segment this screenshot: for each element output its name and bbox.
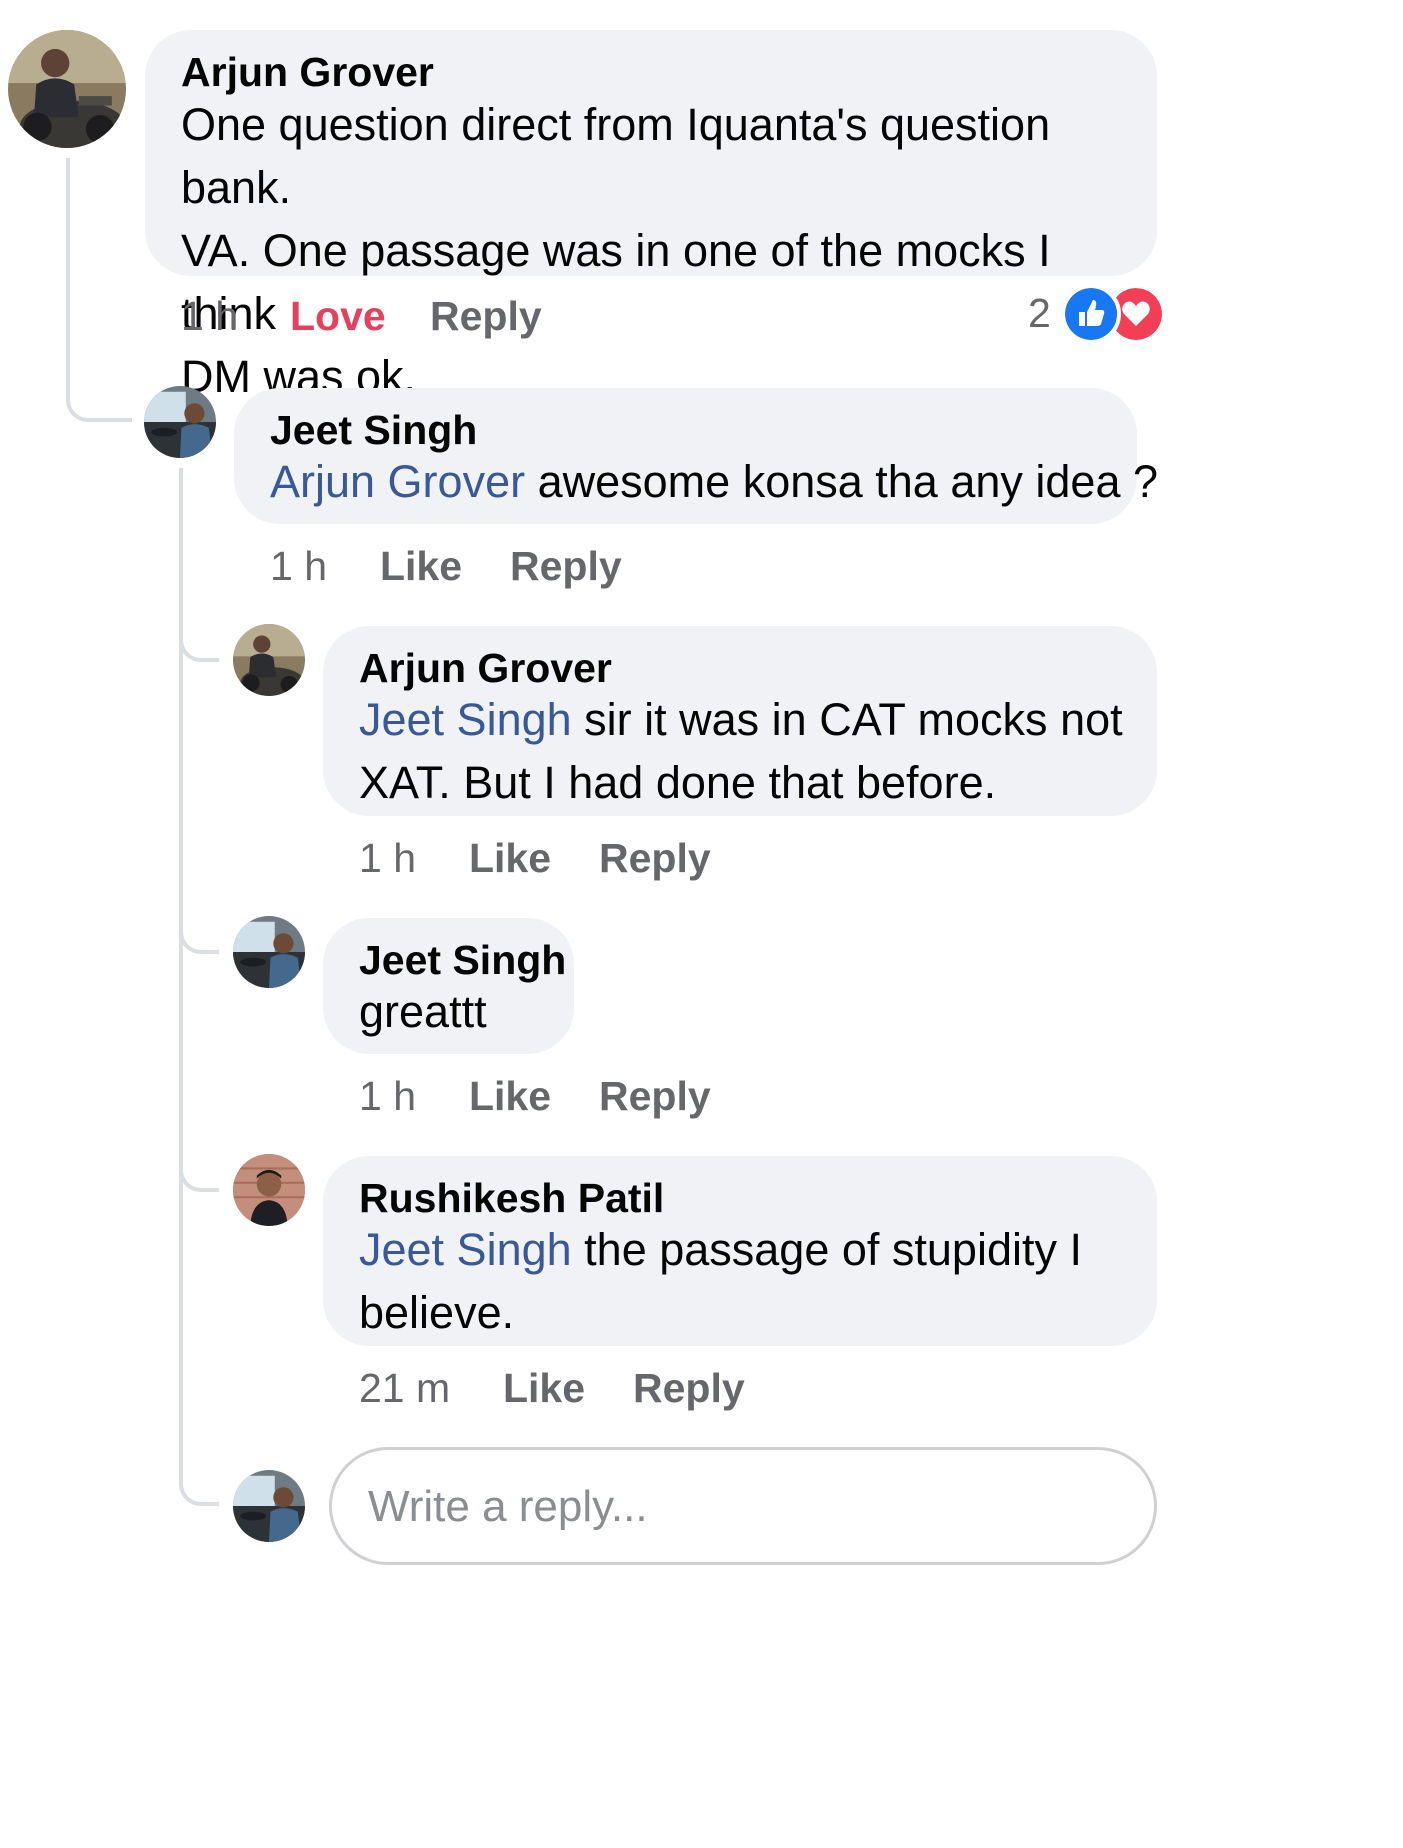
comment-author-root[interactable]: Arjun Grover — [181, 48, 434, 96]
avatar-jeet-singh[interactable] — [144, 386, 216, 458]
comment-time-root[interactable]: 1 h — [181, 292, 238, 340]
comment-text-root: One question direct from Iquanta's quest… — [181, 93, 1141, 408]
avatar-photo-icon — [233, 1154, 305, 1226]
reply-button-reply-1[interactable]: Reply — [510, 542, 622, 590]
like-icon[interactable] — [1061, 284, 1121, 344]
reaction-count[interactable]: 2 — [1028, 289, 1051, 337]
comment-text-line: sir it was in CAT mocks not — [571, 694, 1123, 745]
avatar-photo-icon — [233, 1470, 305, 1542]
comment-text-line: greattt — [359, 986, 487, 1037]
comment-text-reply-3: greattt — [359, 980, 487, 1043]
love-reaction-button[interactable]: Love — [290, 292, 386, 340]
avatar-arjun-grover[interactable] — [8, 30, 126, 148]
reply-input-container[interactable] — [329, 1447, 1157, 1565]
comment-author-reply-4[interactable]: Rushikesh Patil — [359, 1174, 664, 1222]
thread-line-root — [66, 158, 70, 388]
like-button-reply-1[interactable]: Like — [380, 542, 462, 590]
avatar-current-user[interactable] — [233, 1470, 305, 1542]
thread-curve-reply-1 — [66, 370, 132, 422]
reply-button-reply-2[interactable]: Reply — [599, 834, 711, 882]
reply-button-root[interactable]: Reply — [430, 292, 542, 340]
thread-curve-reply-4 — [179, 1150, 219, 1192]
thread-curve-reply-2 — [179, 620, 219, 662]
comment-author-reply-2[interactable]: Arjun Grover — [359, 644, 612, 692]
mention-link[interactable]: Arjun Grover — [270, 456, 525, 507]
comment-time-reply-1[interactable]: 1 h — [270, 542, 327, 590]
avatar-rushikesh-patil[interactable] — [233, 1154, 305, 1226]
avatar-photo-icon — [233, 916, 305, 988]
comment-text-line: One question direct from Iquanta's quest… — [181, 99, 1051, 213]
avatar-arjun-grover[interactable] — [233, 624, 305, 696]
mention-link[interactable]: Jeet Singh — [359, 1224, 572, 1275]
reply-button-reply-4[interactable]: Reply — [633, 1364, 745, 1412]
comment-time-reply-4[interactable]: 21 m — [359, 1364, 450, 1412]
avatar-photo-icon — [8, 30, 126, 148]
comment-text-line: the passage of stupidity I — [571, 1224, 1082, 1275]
avatar-jeet-singh[interactable] — [233, 916, 305, 988]
avatar-photo-icon — [144, 386, 216, 458]
thread-curve-reply-box — [179, 1460, 219, 1506]
comment-text-line: XAT. But I had done that before. — [359, 757, 997, 808]
comment-text-line: believe. — [359, 1287, 515, 1338]
avatar-photo-icon — [233, 624, 305, 696]
comment-time-reply-3[interactable]: 1 h — [359, 1072, 416, 1120]
comment-text-reply-4: Jeet Singh the passage of stupidity I be… — [359, 1218, 1149, 1344]
comment-author-reply-1[interactable]: Jeet Singh — [270, 406, 477, 454]
comment-text-line: awesome konsa tha any idea ? — [525, 456, 1158, 507]
comment-time-reply-2[interactable]: 1 h — [359, 834, 416, 882]
reply-input[interactable] — [368, 1481, 1108, 1533]
like-button-reply-4[interactable]: Like — [503, 1364, 585, 1412]
like-button-reply-3[interactable]: Like — [469, 1072, 551, 1120]
comment-author-reply-3[interactable]: Jeet Singh — [359, 936, 566, 984]
mention-link[interactable]: Jeet Singh — [359, 694, 572, 745]
comment-text-reply-1: Arjun Grover awesome konsa tha any idea … — [270, 450, 1158, 513]
comment-text-reply-2: Jeet Singh sir it was in CAT mocks not X… — [359, 688, 1149, 814]
like-button-reply-2[interactable]: Like — [469, 834, 551, 882]
reply-button-reply-3[interactable]: Reply — [599, 1072, 711, 1120]
thread-curve-reply-3 — [179, 912, 219, 954]
